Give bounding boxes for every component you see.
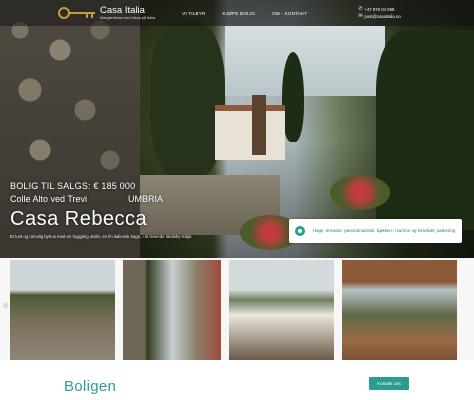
gallery-image[interactable] <box>123 260 221 360</box>
gallery-image[interactable] <box>229 260 334 360</box>
chimney <box>252 95 266 155</box>
cypress-tree <box>282 52 304 142</box>
chevron-left-icon[interactable]: ‹ <box>4 300 7 311</box>
features-text: Hage, terrasse, panoramautsikt, kjøkken … <box>313 228 456 233</box>
email-address[interactable]: post@casaitalia.no <box>364 13 400 20</box>
hero-banner: Casa Italia Maeglerfirma med fokus på It… <box>0 0 474 258</box>
image-gallery <box>0 258 474 360</box>
price-label: BOLIG TIL SALGS: € 185 000 <box>10 181 136 191</box>
property-title: Casa Rebecca <box>10 208 148 230</box>
award-icon <box>295 226 305 236</box>
nav-item-kjope-bolig[interactable]: KJØPE BOLIG <box>223 11 256 16</box>
key-icon <box>58 6 96 20</box>
header-contact: ✆ +47 976 04 068 ✉ post@casaitalia.no <box>358 6 400 20</box>
nav-item-vi-tilbyr[interactable]: VI TILBYR <box>182 11 205 16</box>
site-logo[interactable]: Casa Italia Maeglerfirma med fokus på It… <box>58 4 156 21</box>
property-description: Et lunt og romslig byhus med en hyggelig… <box>10 234 193 239</box>
main-nav: VI TILBYR KJØPE BOLIG OM - KONTAKT <box>182 11 324 16</box>
tree-left <box>150 20 225 180</box>
gallery-image[interactable] <box>342 260 457 360</box>
flower-bush <box>330 175 390 210</box>
section-title: Boligen <box>64 378 117 395</box>
nav-item-om-kontakt[interactable]: OM - KONTAKT <box>272 11 307 16</box>
tree-right <box>376 30 474 230</box>
features-badge: Hage, terrasse, panoramautsikt, kjøkken … <box>289 219 462 243</box>
gallery-image[interactable] <box>10 260 115 360</box>
top-navigation-bar: Casa Italia Maeglerfirma med fokus på It… <box>0 0 474 26</box>
sky-area <box>225 26 385 96</box>
phone-number[interactable]: +47 976 04 068 <box>364 6 394 13</box>
brand-name: Casa Italia <box>100 4 145 16</box>
contact-button[interactable]: Kontakt oss <box>369 377 409 390</box>
brand-tagline: Maeglerfirma med fokus på Italia <box>100 15 156 20</box>
house-image <box>215 105 285 160</box>
region-label: UMBRIA <box>128 194 164 204</box>
